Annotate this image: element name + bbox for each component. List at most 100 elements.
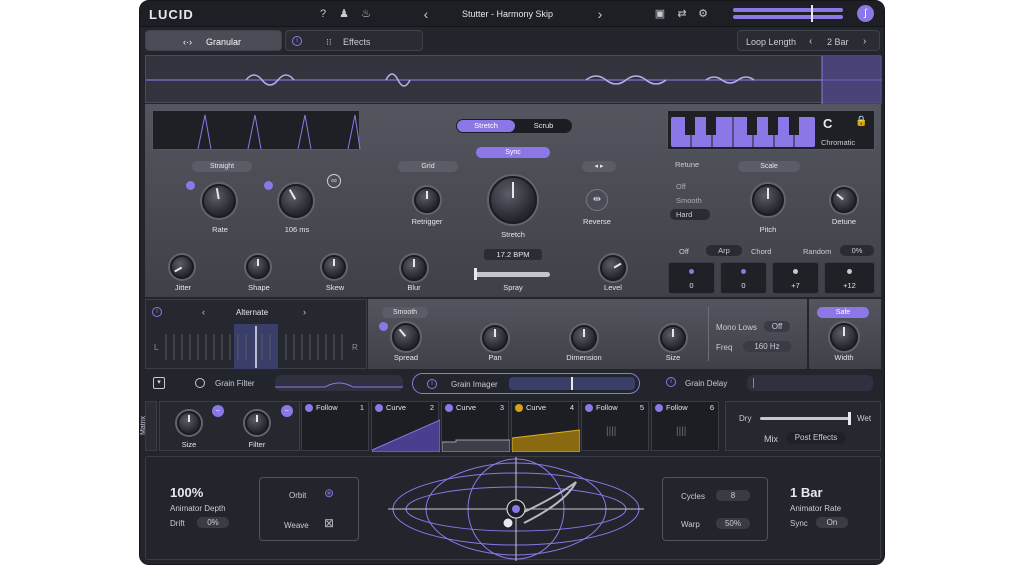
spread-link-icon[interactable]	[379, 322, 388, 331]
loop-next-button[interactable]: ›	[863, 36, 866, 47]
orbit-label[interactable]: Orbit	[289, 491, 306, 500]
random-value[interactable]: 0%	[840, 245, 874, 256]
spray-slider[interactable]	[474, 272, 550, 277]
arp-step-3[interactable]: +7	[772, 262, 819, 294]
animator-depth-value[interactable]: 100%	[170, 485, 203, 500]
retrigger-knob[interactable]	[414, 187, 440, 213]
mod-slot-1[interactable]: Follow 1	[301, 401, 369, 451]
chain-link-icon[interactable]: ∞	[327, 174, 341, 188]
shape-knob[interactable]	[246, 255, 270, 279]
mod-slot-5[interactable]: Follow 5 ||||	[581, 401, 649, 451]
next-preset-button[interactable]: ›	[593, 7, 607, 21]
spread-knob[interactable]	[392, 323, 420, 351]
stretch-tab[interactable]: Stretch	[457, 120, 515, 132]
weave-label[interactable]: Weave	[284, 521, 309, 530]
blur-knob[interactable]	[401, 255, 427, 281]
direction-arrows[interactable]: ◂ ▸	[582, 161, 616, 172]
arp-step-2[interactable]: 0	[720, 262, 767, 294]
width-knob[interactable]	[830, 323, 858, 351]
skew-knob[interactable]	[322, 255, 346, 279]
grain-filter-label[interactable]: Grain Filter	[215, 379, 255, 388]
grain-delay-power-icon[interactable]: i	[666, 377, 676, 387]
stretch-scrub-toggle[interactable]: Stretch Scrub	[456, 119, 572, 133]
drift-value[interactable]: 0%	[197, 517, 229, 528]
root-note[interactable]: C	[823, 116, 832, 131]
waveform-display[interactable]	[145, 55, 882, 104]
rate-link-icon[interactable]	[186, 181, 195, 190]
mod-slot-6[interactable]: Follow 6 ||||	[651, 401, 719, 451]
post-effects-button[interactable]: Post Effects	[786, 432, 846, 444]
chord-button[interactable]: Chord	[751, 247, 771, 256]
retune-hard[interactable]: Hard	[670, 209, 710, 220]
pitch-knob[interactable]	[752, 184, 784, 216]
retune-off[interactable]: Off	[676, 182, 686, 191]
grain-filter-power-icon[interactable]	[195, 378, 205, 388]
help-icon[interactable]: ?	[316, 7, 330, 21]
grid-selector[interactable]: Grid	[398, 161, 458, 172]
mod-slot-2[interactable]: Curve 2	[371, 401, 440, 452]
grain-filter-curve[interactable]	[275, 375, 403, 391]
weave-icon[interactable]: ⊠	[324, 516, 334, 530]
safe-button[interactable]: Safe	[817, 307, 869, 318]
piano-keys[interactable]	[671, 117, 815, 147]
save-icon[interactable]: ▣	[653, 7, 667, 21]
user-icon[interactable]: ♟	[337, 7, 351, 21]
prev-preset-button[interactable]: ‹	[419, 7, 433, 21]
scale-selector[interactable]: Scale	[738, 161, 800, 172]
grain-delay-label[interactable]: Grain Delay	[685, 379, 727, 388]
power-icon[interactable]: i	[292, 36, 302, 46]
rate-mode-selector[interactable]: Straight	[192, 161, 252, 172]
grain-imager-power-icon[interactable]: i	[427, 379, 437, 389]
animator-rate-value[interactable]: 1 Bar	[790, 485, 823, 500]
animator-orbit-display[interactable]	[376, 457, 656, 561]
matrix-tab[interactable]: Matrix	[140, 401, 157, 451]
size-mod-icon[interactable]: ⇔	[212, 405, 224, 417]
tab-effects[interactable]: i ⁝⁝ Effects	[285, 30, 423, 51]
loop-length-control[interactable]: Loop Length ‹ 2 Bar ›	[737, 30, 880, 51]
arp-off[interactable]: Off	[679, 247, 689, 256]
mod-slot-4[interactable]: Curve 4	[511, 401, 580, 452]
orbit-icon[interactable]: ⊛	[324, 486, 334, 500]
brand-icon[interactable]: ∫	[857, 5, 874, 22]
grain-imager-tab[interactable]: i Grain Imager	[412, 373, 640, 394]
warp-value[interactable]: 50%	[716, 518, 750, 529]
loop-prev-button[interactable]: ‹	[809, 36, 812, 47]
cycles-value[interactable]: 8	[716, 490, 750, 501]
stretch-knob[interactable]	[489, 176, 537, 224]
spray-handle[interactable]	[474, 268, 477, 280]
bell-icon[interactable]: ♨	[359, 7, 373, 21]
grain-delay-meter[interactable]	[747, 375, 873, 391]
volume-handle[interactable]	[811, 5, 813, 22]
freq-value[interactable]: 160 Hz	[743, 341, 791, 352]
retune-smooth[interactable]: Smooth	[676, 196, 702, 205]
alternate-next[interactable]: ›	[303, 307, 306, 317]
detune-knob[interactable]	[831, 187, 857, 213]
smooth-button[interactable]: Smooth	[382, 307, 428, 318]
macro-size-knob[interactable]	[177, 411, 201, 435]
collapse-icon[interactable]: ▾	[153, 377, 165, 389]
tab-granular[interactable]: ‹·› Granular	[145, 30, 282, 51]
grain-time-knob[interactable]	[279, 184, 313, 218]
animator-sync-value[interactable]: On	[816, 517, 848, 528]
alternate-prev[interactable]: ‹	[202, 307, 205, 317]
mix-slider[interactable]	[760, 417, 850, 420]
size-knob[interactable]	[660, 325, 686, 351]
dimension-knob[interactable]	[571, 325, 597, 351]
sync-button[interactable]: Sync	[476, 147, 550, 158]
jitter-knob[interactable]	[170, 255, 194, 279]
pan-knob[interactable]	[482, 325, 508, 351]
mix-handle[interactable]	[848, 412, 851, 425]
rate-knob[interactable]	[202, 184, 236, 218]
macro-filter-knob[interactable]	[245, 411, 269, 435]
arp-button[interactable]: Arp	[706, 245, 742, 256]
settings-icon[interactable]: ⚙	[696, 7, 710, 21]
reverse-icon[interactable]: ⇹	[586, 189, 608, 211]
arp-step-1[interactable]: 0	[668, 262, 715, 294]
arp-step-4[interactable]: +12	[824, 262, 875, 294]
grain-imager-field[interactable]	[509, 377, 635, 390]
mod-slot-3[interactable]: Curve 3	[441, 401, 510, 452]
mono-lows-value[interactable]: Off	[764, 321, 790, 332]
level-knob[interactable]	[600, 255, 626, 281]
preset-name[interactable]: Stutter - Harmony Skip	[462, 9, 553, 19]
alternate-power-icon[interactable]: i	[152, 307, 162, 317]
